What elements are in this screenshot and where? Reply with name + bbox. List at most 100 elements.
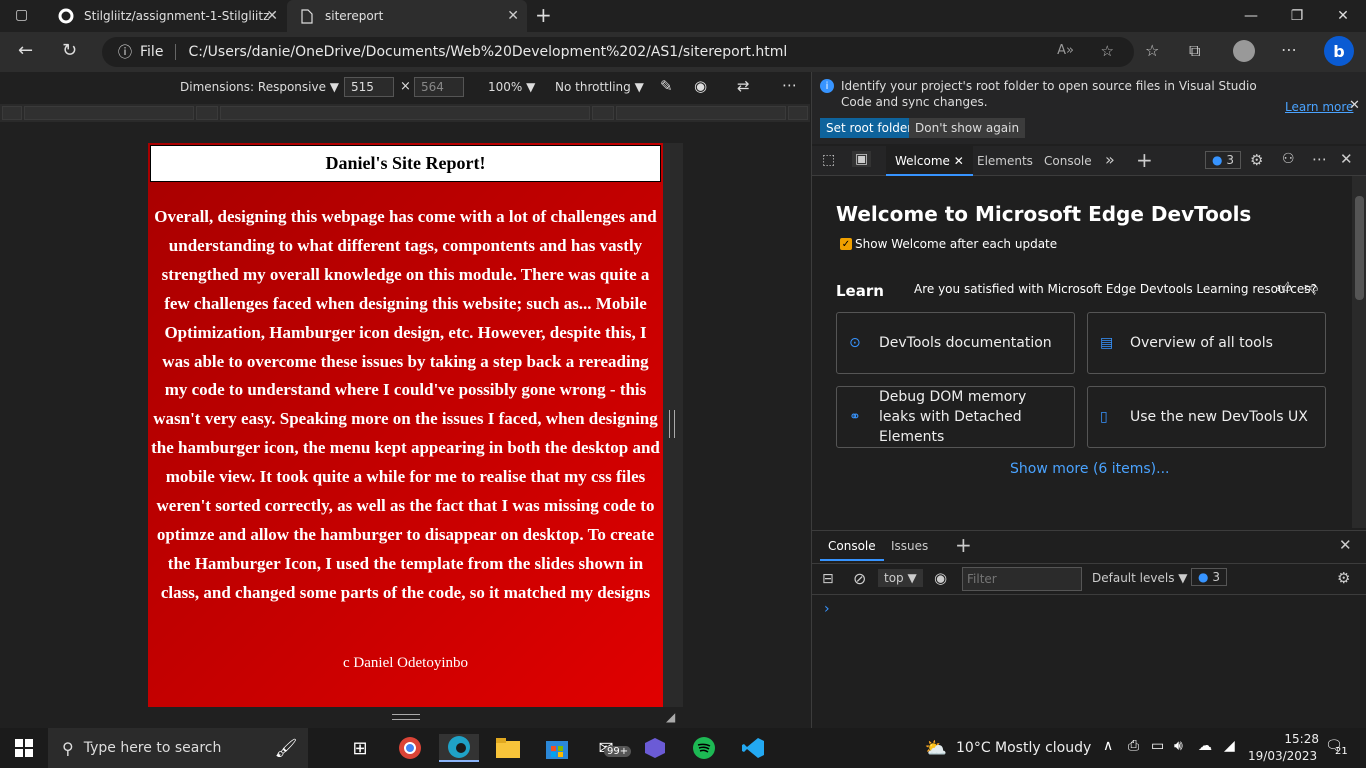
clock-date[interactable]: 19/03/2023 [1248, 749, 1317, 763]
add-tab-icon[interactable]: + [1136, 148, 1153, 172]
tab-sitereport[interactable]: sitereport ✕ [287, 0, 527, 32]
resize-handle-right[interactable] [669, 410, 675, 438]
browser-tab-bar: ▢ Stilgliitz/assignment-1-Stilgliitz ✕ s… [0, 0, 1366, 32]
drawer-tab-issues[interactable]: Issues [891, 539, 928, 553]
read-aloud-icon[interactable]: A» [1057, 43, 1074, 58]
weather-text[interactable]: 10°C Mostly cloudy [956, 740, 1091, 756]
mail-icon[interactable]: ✉99+ [586, 734, 632, 762]
weather-icon[interactable]: ⛅ [916, 734, 956, 762]
close-infobar-icon[interactable]: ✕ [1349, 98, 1360, 113]
card-overview-tools[interactable]: ▤ Overview of all tools [1087, 312, 1326, 374]
tab-actions-icon[interactable]: ▢ [15, 7, 28, 23]
device-emulation-icon[interactable]: ▣ [852, 151, 872, 167]
media-query-ruler[interactable] [0, 104, 810, 122]
vision-icon[interactable]: ◉ [694, 77, 707, 95]
vscode-icon[interactable] [733, 734, 773, 762]
back-icon[interactable]: ← [18, 40, 33, 61]
eyedropper-icon[interactable]: ✎ [660, 77, 673, 95]
thumbs-down-icon[interactable]: 👎︎ [1304, 279, 1318, 296]
drawer-add-tab[interactable]: + [955, 533, 972, 557]
tab-elements[interactable]: Elements [977, 154, 1033, 168]
meet-icon[interactable]: ⎙ [1128, 738, 1139, 754]
close-tab-icon[interactable]: ✕ [507, 8, 519, 24]
welcome-heading: Welcome to Microsoft Edge DevTools [836, 202, 1252, 226]
profile-avatar[interactable] [1233, 40, 1255, 62]
resize-corner-icon[interactable]: ◢ [666, 710, 675, 724]
start-button[interactable] [15, 739, 33, 761]
app-icon[interactable] [635, 734, 675, 762]
minimize-button[interactable]: — [1228, 0, 1274, 32]
tray-overflow-icon[interactable]: ∧ [1103, 738, 1113, 754]
info-icon[interactable]: ⓘ [118, 42, 132, 62]
dimensions-select[interactable]: Dimensions: Responsive ▼ [180, 80, 339, 94]
tab-console[interactable]: Console [1044, 154, 1092, 168]
resize-handle-bottom[interactable] [392, 714, 420, 720]
drawer-tab-console[interactable]: Console [820, 531, 884, 561]
url-text[interactable]: C:/Users/danie/OneDrive/Documents/Web%20… [188, 44, 787, 60]
tab-welcome[interactable]: Welcome ✕ [886, 146, 973, 176]
battery-icon[interactable]: ▭ [1151, 738, 1164, 754]
close-devtools-icon[interactable]: ✕ [1340, 150, 1353, 168]
more-menu-icon[interactable]: ⋯ [1281, 40, 1297, 59]
close-drawer-icon[interactable]: ✕ [1339, 536, 1352, 554]
close-tab-icon[interactable]: ✕ [266, 8, 278, 24]
log-levels-select[interactable]: Default levels ▼ [1092, 571, 1188, 585]
device-more-icon[interactable]: ⋯ [782, 76, 797, 94]
window-controls: — ❐ ✕ [1228, 0, 1366, 32]
onedrive-icon[interactable]: ☁ [1198, 738, 1212, 754]
address-bar-row: ← ↻ ⓘ File C:/Users/danie/OneDrive/Docum… [0, 32, 1366, 72]
card-new-ux[interactable]: ▯ Use the new DevTools UX [1087, 386, 1326, 448]
height-input[interactable]: 564 [414, 77, 464, 97]
address-bar[interactable]: ⓘ File C:/Users/danie/OneDrive/Documents… [102, 37, 1134, 67]
clear-console-icon[interactable]: ⊘ [853, 569, 866, 588]
store-icon[interactable] [537, 734, 577, 762]
file-explorer-icon[interactable] [488, 734, 528, 762]
thumbs-up-icon[interactable]: 👍︎ [1277, 279, 1292, 296]
edge-icon[interactable] [439, 734, 479, 762]
maximize-button[interactable]: ❐ [1274, 0, 1320, 32]
clock-time[interactable]: 15:28 [1263, 732, 1319, 746]
notifications-icon[interactable]: 🗨︎ 21 [1325, 738, 1348, 757]
throttling-select[interactable]: No throttling ▼ [555, 80, 644, 94]
customize-menu-icon[interactable]: ⋯ [1312, 150, 1327, 168]
console-issues-badge[interactable]: ● 3 [1191, 568, 1227, 586]
new-tab-button[interactable]: + [535, 3, 552, 27]
show-more-link[interactable]: Show more (6 items)... [1010, 461, 1170, 477]
dont-show-again-button[interactable]: Don't show again [909, 118, 1026, 138]
context-select[interactable]: top ▼ [878, 569, 923, 587]
task-view-icon[interactable]: ⊞ [340, 734, 380, 762]
show-welcome-checkbox[interactable]: ✓ [840, 238, 852, 250]
console-prompt[interactable]: › [824, 601, 830, 617]
settings-icon[interactable]: ⚙ [1250, 151, 1263, 169]
docs-icon: ⊙ [849, 335, 861, 351]
survey-question: Are you satisfied with Microsoft Edge De… [914, 282, 1317, 296]
feedback-icon[interactable]: ⚇ [1282, 151, 1295, 167]
inspect-icon[interactable]: ⬚ [822, 152, 835, 168]
volume-icon[interactable]: 🔊︎ [1174, 738, 1183, 754]
tab-github[interactable]: Stilgliitz/assignment-1-Stilgliitz ✕ [46, 0, 286, 32]
collections-icon[interactable]: ⧉ [1189, 41, 1200, 61]
console-settings-icon[interactable]: ⚙ [1337, 569, 1350, 587]
spotify-icon[interactable] [684, 734, 724, 762]
console-filter-input[interactable] [962, 567, 1082, 591]
zoom-select[interactable]: 100% ▼ [488, 80, 535, 94]
live-expression-icon[interactable]: ◉ [934, 569, 947, 587]
chrome-icon[interactable] [390, 734, 430, 762]
favorite-add-icon[interactable]: ☆ [1101, 42, 1114, 60]
refresh-icon[interactable]: ↻ [62, 40, 77, 61]
card-devtools-docs[interactable]: ⊙ DevTools documentation [836, 312, 1075, 374]
favorites-icon[interactable]: ☆ [1145, 41, 1159, 60]
card-debug-memory[interactable]: ⚭ Debug DOM memory leaks with Detached E… [836, 386, 1075, 448]
set-root-folder-button[interactable]: Set root folder [820, 118, 919, 138]
network-icon[interactable]: ◢ [1224, 738, 1235, 754]
rotate-icon[interactable]: ⇄ [737, 77, 750, 95]
welcome-scrollbar[interactable] [1352, 176, 1366, 528]
learn-more-link[interactable]: Learn more [1285, 100, 1353, 114]
issues-badge[interactable]: ● 3 [1205, 151, 1241, 169]
bing-icon[interactable]: b [1324, 36, 1354, 66]
close-window-button[interactable]: ✕ [1320, 0, 1366, 32]
more-tabs-icon[interactable]: » [1105, 150, 1115, 169]
cortana-illustration-icon[interactable]: 🖌︎ [266, 734, 306, 762]
sidebar-toggle-icon[interactable]: ⊟ [822, 571, 834, 587]
width-input[interactable]: 515 [344, 77, 394, 97]
